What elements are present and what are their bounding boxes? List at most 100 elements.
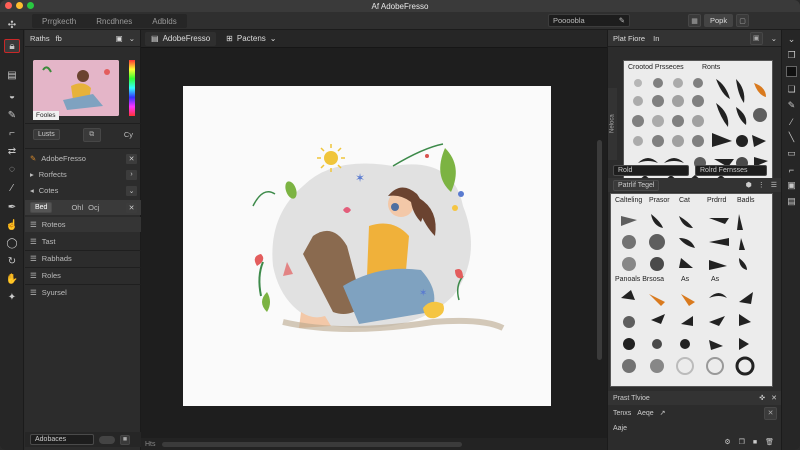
workspace-tab-1[interactable]: Prrgkecth <box>32 14 86 28</box>
brush-field-value[interactable]: Rolrd Fernsses <box>695 164 767 176</box>
footer-row-c[interactable]: Aaje <box>613 425 627 432</box>
minimize-window-button[interactable] <box>16 2 23 9</box>
workspace-tab-3[interactable]: Adblds <box>142 14 186 28</box>
close-icon[interactable]: ✕ <box>771 394 777 402</box>
share-button[interactable]: Popk <box>704 14 734 27</box>
control-label-2[interactable]: Cy <box>124 130 133 139</box>
crop-icon[interactable]: ⌐ <box>4 126 20 140</box>
footer-field[interactable]: Adobaces <box>30 434 94 445</box>
chevron-down-icon[interactable]: ⌄ <box>786 34 797 45</box>
panel-title[interactable]: Raths <box>30 34 50 43</box>
brush-section-title[interactable]: Patrlif Tegel <box>613 179 660 191</box>
chevron-down-icon[interactable]: ⌄ <box>771 34 777 43</box>
close-window-button[interactable] <box>5 2 12 9</box>
eraser-icon[interactable]: ◒ <box>4 89 20 103</box>
artwork-illustration: ✶ ✶ <box>252 143 505 332</box>
brush-field-label[interactable]: Rold <box>613 164 689 176</box>
horizontal-scrollbar: Hts <box>141 438 607 450</box>
footer-title: Prast Tlvioe <box>613 394 650 402</box>
bracket-icon[interactable]: ⌐ <box>786 164 797 175</box>
square-icon[interactable]: ■ <box>120 434 130 445</box>
brush-icon[interactable]: ✎ <box>786 100 797 111</box>
curve-icon[interactable]: ↻ <box>4 254 20 268</box>
shape-icon[interactable]: ◯ <box>4 236 20 250</box>
close-icon[interactable]: ✕ <box>126 153 137 164</box>
panel-menu-icon[interactable]: ▣ <box>749 31 763 45</box>
arrow-icon[interactable]: ↗ <box>660 409 666 417</box>
panel-menu-icon[interactable]: ▣ <box>116 34 123 43</box>
more-icon[interactable]: ⋮ <box>758 181 765 189</box>
document-menu[interactable]: ⊞ Pactens ⌄ <box>220 32 282 46</box>
close-icon[interactable]: ✕ <box>126 202 137 213</box>
list-icon: ☰ <box>30 288 37 297</box>
collapse-icon[interactable]: ⌄ <box>129 34 135 43</box>
list-icon[interactable]: ☰ <box>771 181 777 189</box>
control-label-1[interactable]: Lusts <box>33 129 60 140</box>
eyedropper-icon[interactable]: ⁄ <box>4 181 20 195</box>
frame-icon[interactable]: ▭ <box>786 148 797 159</box>
toggle[interactable] <box>99 435 115 444</box>
triangle-icon: ▸ <box>30 170 34 179</box>
document-tab[interactable]: ▤ AdobeFresso <box>145 31 217 46</box>
sparkle-icon[interactable]: ✦ <box>4 290 20 304</box>
list-icon: ☰ <box>30 271 37 280</box>
hue-slider[interactable] <box>129 60 135 116</box>
settings-icon[interactable]: ⚙ <box>724 438 730 446</box>
canvas-area: ▤ AdobeFresso ⊞ Pactens ⌄ ✶ ✶ Hts <box>141 30 607 450</box>
vertical-scrollbar[interactable] <box>597 140 602 360</box>
copy-icon[interactable]: ❐ <box>786 50 797 61</box>
footer-row-a[interactable]: Tenxs <box>613 410 631 417</box>
grid-icon[interactable]: ▦ <box>688 14 701 27</box>
chevron-down-icon[interactable]: › <box>126 169 137 180</box>
brush-library-swatches[interactable] <box>611 194 774 388</box>
image-icon[interactable]: ▣ <box>786 180 797 191</box>
layer-group-header[interactable]: ☰ Roteos <box>25 217 141 232</box>
maximize-window-button[interactable] <box>27 2 34 9</box>
square-icon[interactable]: ■ <box>753 439 757 446</box>
text-icon[interactable]: ▤ <box>786 196 797 207</box>
blend-mode-select[interactable]: Bed <box>30 202 53 213</box>
brushes-panel-header: Plat Fiore In ▣ ⌄ <box>608 30 782 47</box>
workspace-tab-2[interactable]: Rncdhnes <box>86 14 142 28</box>
fill-icon[interactable]: ▤ <box>4 68 20 82</box>
sublayer-row[interactable]: ☰ Roles <box>25 268 141 283</box>
duplicate-icon[interactable]: ⧉ <box>82 127 101 142</box>
sublayer-row[interactable]: ☰ Rabhads <box>25 251 141 266</box>
close-icon[interactable]: ✕ <box>764 406 777 420</box>
chevron-down-icon[interactable]: ⌄ <box>126 185 137 196</box>
hand-icon[interactable]: ✋ <box>4 272 20 286</box>
swatch-icon[interactable] <box>786 66 797 77</box>
trash-icon[interactable]: 🗑︎ <box>765 438 774 446</box>
layer-group-label: Roteos <box>41 220 66 229</box>
sublayer-row[interactable]: ☰ Syursel <box>25 285 141 300</box>
pin-icon[interactable]: ✜ <box>759 394 765 402</box>
artboard[interactable]: ✶ ✶ <box>183 86 551 406</box>
window-controls <box>5 2 34 9</box>
move-icon[interactable]: ✣ <box>4 18 20 32</box>
lock-icon[interactable]: 🔒︎ <box>4 39 20 53</box>
brushes-panel-title[interactable]: Plat Fiore <box>613 34 645 43</box>
layers-icon[interactable]: ❐ <box>739 438 745 446</box>
layer-row[interactable]: ◂ Cotes ⌄ <box>25 183 141 198</box>
layer-row[interactable]: ✎ AdobeFresso ✕ <box>25 151 141 166</box>
line-icon[interactable]: ╲ <box>786 132 797 143</box>
blend-option-1[interactable]: Ohl <box>71 203 83 212</box>
brush-tool-icon[interactable]: ✎ <box>4 108 20 122</box>
sublayer-row[interactable]: ☰ Tast <box>25 234 141 249</box>
pen-icon[interactable]: ⁄ <box>786 116 797 127</box>
blend-option-2[interactable]: Ocj <box>88 203 99 212</box>
layers-icon[interactable]: ❏ <box>786 84 797 95</box>
transform-icon[interactable]: ⇄ <box>4 144 20 158</box>
artwork-thumbnail[interactable] <box>33 60 119 116</box>
lasso-icon[interactable]: ◌ <box>4 162 20 176</box>
brushes-panel-tab[interactable]: In <box>653 34 659 43</box>
scroll-thumb[interactable] <box>161 441 462 447</box>
footer-row-b[interactable]: Aeqe <box>637 410 653 417</box>
panel-tab[interactable]: fb <box>56 34 62 43</box>
settings-icon[interactable]: ⬢ <box>746 181 752 189</box>
layer-row[interactable]: ▸ Rorfects › <box>25 167 141 182</box>
window-icon[interactable]: ▢ <box>736 14 750 27</box>
search-input[interactable]: Poooobla ✎ <box>548 14 630 27</box>
pen-icon[interactable]: ✒ <box>4 200 20 214</box>
smudge-icon[interactable]: ☝ <box>4 218 20 232</box>
